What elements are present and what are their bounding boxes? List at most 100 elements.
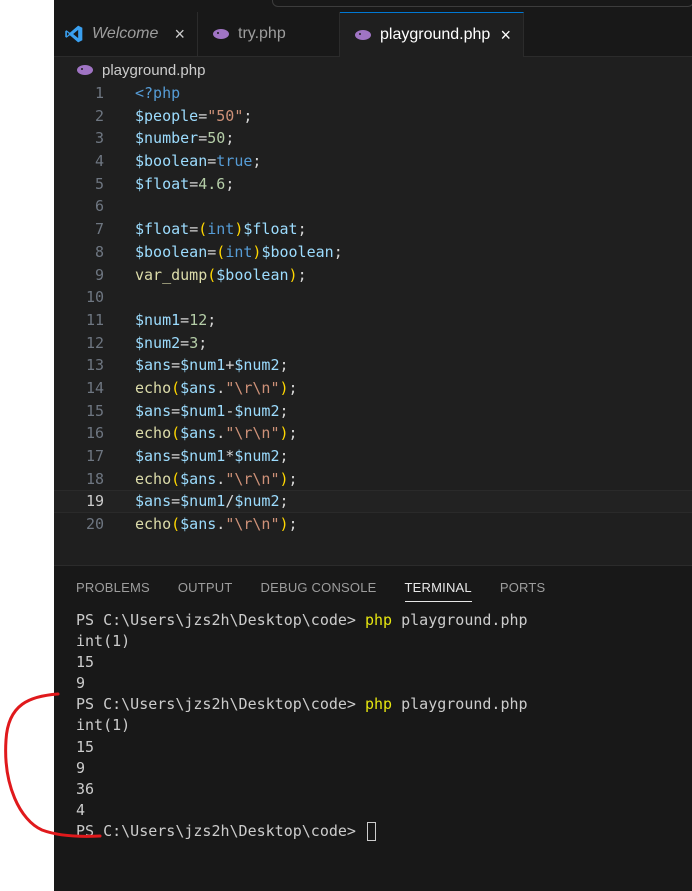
code-line[interactable]: 8 $boolean=(int)$boolean; [54, 241, 692, 264]
tab-terminal[interactable]: TERMINAL [404, 580, 472, 602]
code-text: echo($ans."\r\n"); [135, 469, 298, 488]
code-line[interactable]: 4 $boolean=true; [54, 150, 692, 173]
code-text: $num1=12; [135, 310, 217, 329]
code-line[interactable]: 10 [54, 286, 692, 309]
terminal-output-line: 15 [76, 653, 95, 672]
php-elephant-icon [355, 30, 371, 40]
vscode-icon [65, 25, 83, 43]
terminal-cursor[interactable] [366, 821, 376, 841]
terminal-output-line: 9 [76, 674, 86, 693]
close-icon[interactable]: × [500, 25, 511, 46]
line-number: 16 [85, 424, 104, 443]
line-number: 5 [94, 174, 104, 193]
line-number: 3 [94, 129, 104, 148]
code-line[interactable]: 2 $people="50"; [54, 105, 692, 128]
line-number: 6 [94, 197, 104, 216]
title-bar [54, 0, 692, 12]
code-line[interactable]: 16 echo($ans."\r\n"); [54, 422, 692, 445]
code-text: $num2=3; [135, 333, 208, 352]
line-number: 20 [85, 515, 104, 534]
terminal-prompt: PS C:\Users\jzs2h\Desktop\code> [76, 821, 365, 840]
terminal[interactable]: PS C:\Users\jzs2h\Desktop\code> php play… [76, 610, 528, 842]
code-text: $ans=$num1/$num2; [135, 492, 289, 511]
terminal-output-line: 15 [76, 737, 95, 756]
terminal-arg: playground.php [392, 611, 528, 629]
terminal-output-line: 9 [76, 758, 86, 777]
bottom-panel: PROBLEMS OUTPUT DEBUG CONSOLE TERMINAL P… [54, 565, 692, 891]
tab-label: Welcome [92, 25, 159, 42]
tab-debug-console[interactable]: DEBUG CONSOLE [261, 580, 377, 602]
code-line[interactable]: 17 $ans=$num1*$num2; [54, 445, 692, 468]
code-text: $boolean=(int)$boolean; [135, 242, 343, 261]
code-line[interactable]: 18 echo($ans."\r\n"); [54, 468, 692, 491]
panel-tabs: PROBLEMS OUTPUT DEBUG CONSOLE TERMINAL P… [76, 580, 573, 602]
code-text: $ans=$num1*$num2; [135, 447, 289, 465]
code-text: $number=50; [135, 129, 235, 148]
code-text: echo($ans."\r\n"); [135, 424, 298, 443]
breadcrumb-file: playground.php [102, 61, 206, 79]
line-number: 10 [85, 288, 104, 307]
terminal-output-line: int(1) [76, 632, 131, 651]
code-text: $boolean=true; [135, 152, 262, 171]
vscode-window: Welcome × try.php playground.php × playg… [54, 0, 692, 891]
code-line[interactable]: 1 <?php [54, 82, 692, 105]
breadcrumb[interactable]: playground.php [76, 60, 205, 80]
close-icon[interactable]: × [174, 24, 185, 45]
tab-try-php[interactable]: try.php [198, 12, 340, 56]
tab-label: playground.php [380, 26, 491, 43]
line-number: 17 [85, 447, 104, 465]
terminal-output-line: 36 [76, 779, 95, 798]
terminal-command-line: PS C:\Users\jzs2h\Desktop\code> php play… [76, 610, 528, 631]
code-editor[interactable]: 1 <?php 2 $people="50"; 3 $number=50; 4 $boolea… [54, 82, 692, 550]
code-line[interactable]: 19 $ans=$num1/$num2; [54, 490, 692, 514]
tab-playground-php[interactable]: playground.php × [340, 12, 524, 57]
line-number: 1 [94, 84, 104, 102]
code-line[interactable]: 12 $num2=3; [54, 332, 692, 355]
line-number: 2 [94, 106, 104, 125]
line-number: 19 [85, 492, 104, 511]
line-number: 12 [85, 333, 104, 352]
code-line[interactable]: 6 [54, 195, 692, 218]
tab-ports[interactable]: PORTS [500, 580, 546, 602]
terminal-prompt-line: PS C:\Users\jzs2h\Desktop\code> [76, 821, 528, 842]
terminal-command: php [364, 695, 393, 714]
code-line[interactable]: 7 $float=(int)$float; [54, 218, 692, 241]
terminal-command-line: PS C:\Users\jzs2h\Desktop\code> php play… [76, 694, 528, 715]
code-line[interactable]: 11 $num1=12; [54, 309, 692, 332]
editor-tab-bar: Welcome × try.php playground.php × [54, 12, 692, 57]
code-line[interactable]: 5 $float=4.6; [54, 173, 692, 196]
line-number: 9 [94, 265, 104, 284]
line-number: 13 [85, 356, 104, 375]
code-text: $ans=$num1+$num2; [135, 356, 289, 375]
tab-welcome[interactable]: Welcome × [54, 12, 198, 56]
code-line[interactable]: 3 $number=50; [54, 127, 692, 150]
code-text: <?php [135, 84, 181, 102]
code-line[interactable]: 14 echo($ans."\r\n"); [54, 377, 692, 400]
code-text: echo($ans."\r\n"); [135, 515, 298, 534]
line-number: 15 [85, 401, 104, 420]
code-line[interactable]: 15 $ans=$num1-$num2; [54, 400, 692, 423]
code-text: $ans=$num1-$num2; [135, 401, 289, 420]
line-number: 8 [94, 242, 104, 261]
code-line[interactable]: 20 echo($ans."\r\n"); [54, 513, 692, 536]
php-elephant-icon [213, 29, 229, 39]
code-line[interactable]: 9 var_dump($boolean); [54, 264, 692, 287]
terminal-prompt: PS C:\Users\jzs2h\Desktop\code> [76, 695, 365, 714]
terminal-prompt: PS C:\Users\jzs2h\Desktop\code> [76, 611, 365, 629]
tab-problems[interactable]: PROBLEMS [76, 580, 150, 602]
command-center[interactable] [272, 0, 692, 7]
line-number: 14 [85, 378, 104, 397]
tab-label: try.php [238, 25, 286, 42]
line-number: 7 [94, 220, 104, 239]
code-text: echo($ans."\r\n"); [135, 378, 298, 397]
line-number: 4 [94, 152, 104, 171]
terminal-command: php [364, 611, 393, 629]
php-elephant-icon [77, 65, 93, 75]
line-number: 11 [85, 310, 104, 329]
code-line[interactable]: 13 $ans=$num1+$num2; [54, 354, 692, 377]
code-text: var_dump($boolean); [135, 265, 307, 284]
line-number: 18 [85, 469, 104, 488]
code-text: $float=4.6; [135, 174, 235, 193]
code-text: $float=(int)$float; [135, 220, 307, 239]
tab-output[interactable]: OUTPUT [178, 580, 233, 602]
